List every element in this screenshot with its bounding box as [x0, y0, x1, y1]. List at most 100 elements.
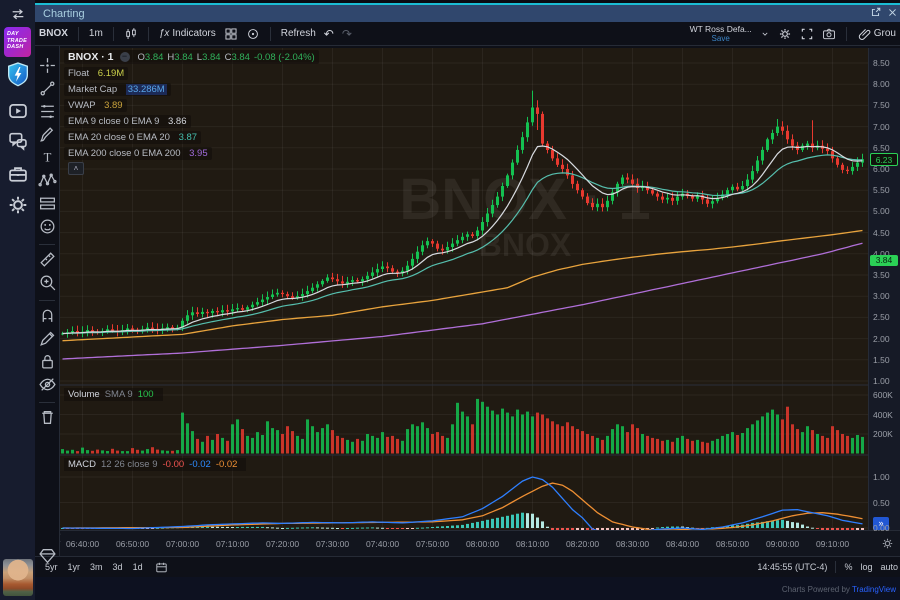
go-to-date-icon[interactable] [155, 561, 168, 574]
range-button-1d[interactable]: 1d [133, 562, 143, 572]
ohlc-value: 3.84 [145, 52, 164, 63]
price-tick: 4.50 [873, 228, 890, 238]
fullscreen-icon[interactable] [796, 27, 818, 41]
legend-row[interactable]: Market Cap 33.286M [64, 83, 171, 96]
legend-symbol: BNOX · 1 [68, 51, 114, 63]
settings-gear-icon[interactable] [7, 194, 29, 216]
price-chart[interactable]: BNOX · 1 BNOX BNOX · 1−O3.84H3.84L3.84C3… [60, 48, 868, 530]
replay-icon[interactable] [242, 27, 264, 41]
range-button-3d[interactable]: 3d [113, 562, 123, 572]
clock-display[interactable]: 14:45:55 (UTC-4) [757, 562, 827, 572]
price-tick: 8.00 [873, 79, 890, 89]
panel-title: Charting [43, 8, 85, 20]
symbol-button[interactable]: BNOX [35, 28, 72, 39]
price-tick: 7.50 [873, 100, 890, 110]
legend-row[interactable]: VWAP 3.89 [64, 99, 127, 112]
tool-ruler-icon[interactable] [38, 250, 57, 269]
macd-legend[interactable]: MACD12 26 close 9-0.00-0.02-0.02 [64, 458, 246, 471]
tool-long-position-icon[interactable] [38, 194, 57, 213]
price-axis[interactable]: » 8.508.007.507.006.506.005.505.004.504.… [868, 48, 900, 530]
range-button-1yr[interactable]: 1yr [68, 562, 81, 572]
tool-text-icon[interactable]: T [38, 148, 57, 167]
user-avatar[interactable] [3, 559, 33, 596]
drawing-tools-rail: T [35, 46, 60, 556]
price-tick: 7.00 [873, 122, 890, 132]
video-icon[interactable] [7, 100, 29, 122]
link-group-button[interactable]: Grou [853, 27, 900, 41]
volume-legend[interactable]: VolumeSMA 9100 [64, 388, 163, 401]
tool-crosshair-icon[interactable] [38, 56, 57, 75]
indicators-button[interactable]: ƒx Indicators [155, 28, 220, 39]
tool-hide-icon[interactable] [38, 375, 57, 394]
shield-logo-icon[interactable] [6, 61, 30, 89]
candle-style-button[interactable] [120, 27, 142, 41]
tool-gem-icon[interactable] [38, 546, 57, 565]
tool-xabcd-pattern-icon[interactable] [38, 171, 57, 190]
percent-scale-button[interactable]: % [844, 562, 852, 572]
macd-tick: 0.00 [873, 523, 890, 533]
redo-button[interactable]: ↷ [338, 27, 356, 41]
time-axis[interactable]: ❮ 06:40:0006:50:0007:00:0007:10:0007:20:… [60, 530, 900, 556]
tool-brush-icon[interactable] [38, 125, 57, 144]
ohlc-value: 3.84 [202, 52, 221, 63]
save-link[interactable]: Save [690, 34, 752, 43]
macd-legend-part: -0.02 [189, 459, 211, 470]
tool-magnet-icon[interactable] [38, 306, 57, 325]
chart-toolbar: BNOX 1m ƒx Indicators Refresh ↶ ↷ WT Ros… [35, 22, 900, 46]
briefcase-icon[interactable] [7, 163, 29, 185]
price-tick: 3.00 [873, 291, 890, 301]
daytradedash-logo[interactable]: DAY TRADE DASH [4, 27, 31, 57]
legend-symbol-row[interactable]: BNOX · 1−O3.84H3.84L3.84C3.84-0.08 (-2.0… [64, 50, 319, 64]
undo-button[interactable]: ↶ [320, 27, 338, 41]
range-toolbar: 5yr1yr3m3d1d 14:45:55 (UTC-4) % log auto [35, 556, 900, 577]
macd-tick: 1.00 [873, 472, 890, 482]
fx-icon: ƒx [159, 28, 170, 39]
price-tick: 8.50 [873, 58, 890, 68]
legend-row[interactable]: EMA 200 close 0 EMA 200 3.95 [64, 147, 212, 160]
ohlc-value: 3.84 [174, 52, 193, 63]
chevron-down-icon[interactable] [756, 29, 774, 39]
app-sidebar: DAY TRADE DASH [0, 0, 35, 600]
collapse-sidebar-icon[interactable] [7, 6, 29, 22]
tool-fib-retracement-icon[interactable] [38, 102, 57, 121]
price-tick: 5.00 [873, 206, 890, 216]
rail-divider [39, 244, 55, 245]
price-tick: 3.50 [873, 270, 890, 280]
range-button-3m[interactable]: 3m [90, 562, 103, 572]
log-scale-button[interactable]: log [860, 562, 872, 572]
tool-lock-icon[interactable] [38, 352, 57, 371]
interval-button[interactable]: 1m [85, 28, 107, 39]
tool-trend-line-icon[interactable] [38, 79, 57, 98]
chart-settings-gear-icon[interactable] [774, 27, 796, 41]
tool-edit-pencil-icon[interactable] [38, 329, 57, 348]
price-tick: 2.00 [873, 334, 890, 344]
rail-divider [39, 300, 55, 301]
tool-emoji-icon[interactable] [38, 217, 57, 236]
auto-scale-button[interactable]: auto [880, 562, 898, 572]
tradingview-link[interactable]: TradingView [852, 585, 896, 594]
timeaxis-settings-gear-icon[interactable] [881, 537, 894, 550]
chart-legend: BNOX · 1−O3.84H3.84L3.84C3.84-0.08 (-2.0… [64, 50, 319, 163]
volume-tick: 600K [873, 390, 893, 400]
snapshot-camera-icon[interactable] [818, 27, 840, 41]
macd-tick: 0.50 [873, 498, 890, 508]
popout-icon[interactable] [870, 5, 881, 23]
layout-selector[interactable]: WT Ross Defa... Save [690, 25, 752, 43]
layout-grid-icon[interactable] [220, 27, 242, 41]
tool-trash-icon[interactable] [38, 408, 57, 427]
close-icon[interactable] [887, 5, 898, 23]
legend-collapse-button[interactable]: ˄ [68, 162, 84, 175]
refresh-button[interactable]: Refresh [277, 28, 320, 39]
paperclip-icon [857, 27, 871, 41]
volume-legend-part: 100 [138, 389, 154, 400]
macd-legend-part: MACD [68, 459, 96, 470]
legend-row[interactable]: EMA 20 close 0 EMA 20 3.87 [64, 131, 201, 144]
tool-zoom-in-icon[interactable] [38, 273, 57, 292]
chat-icon[interactable] [7, 130, 29, 152]
legend-more-icon[interactable]: − [120, 52, 130, 62]
volume-legend-part: SMA 9 [105, 389, 133, 400]
price-tick: 6.50 [873, 143, 890, 153]
legend-row[interactable]: Float 6.19M [64, 67, 128, 80]
ohlc-value: 3.84 [231, 52, 250, 63]
legend-row[interactable]: EMA 9 close 0 EMA 9 3.86 [64, 115, 191, 128]
